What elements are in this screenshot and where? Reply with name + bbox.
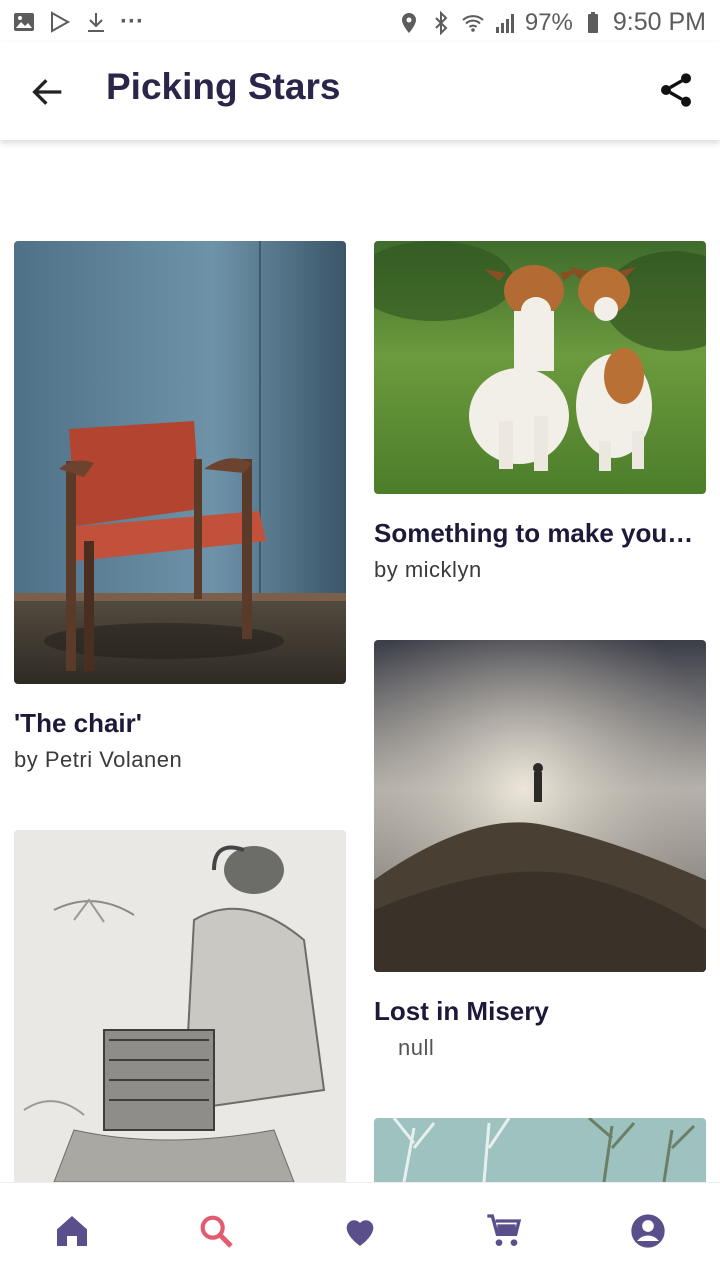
play-store-notification-icon — [51, 11, 71, 33]
download-notification-icon — [88, 13, 104, 32]
more-notifications: ··· — [120, 8, 144, 35]
artwork-image-misty-hill[interactable] — [374, 640, 706, 972]
account-icon[interactable] — [628, 1211, 668, 1251]
artwork-card-accordion-sketch[interactable] — [14, 830, 346, 1182]
page-title: Picking Stars — [106, 66, 341, 107]
search-icon[interactable] — [196, 1211, 236, 1251]
artwork-image-trees[interactable] — [374, 1118, 706, 1182]
artwork-title: Something to make you… — [374, 518, 694, 548]
battery-percent: 97% — [524, 8, 573, 36]
artwork-title: 'The chair' — [14, 708, 142, 738]
location-icon — [401, 12, 416, 33]
artwork-author: null — [398, 1035, 435, 1060]
artwork-card-lost-in-misery[interactable]: Lost in Misery null — [374, 640, 706, 1061]
app-bar: Picking Stars — [0, 42, 720, 140]
battery-icon — [587, 11, 598, 33]
artwork-card-the-chair[interactable]: 'The chair' by Petri Volanen — [14, 241, 346, 773]
back-arrow-icon[interactable] — [28, 72, 68, 112]
clock: 9:50 PM — [612, 8, 706, 36]
artwork-card-trees[interactable] — [374, 1118, 706, 1182]
artwork-image-dogs[interactable] — [374, 241, 706, 494]
artwork-title: Lost in Misery — [374, 996, 549, 1026]
artwork-image-chair[interactable] — [14, 241, 346, 684]
artwork-card-dogs[interactable]: Something to make you… by micklyn — [374, 241, 706, 583]
status-bar: ··· 97% 9:50 PM — [0, 0, 720, 42]
share-icon[interactable] — [656, 70, 696, 110]
wifi-icon — [462, 14, 484, 32]
gallery-notification-icon — [14, 13, 34, 31]
bluetooth-icon — [435, 10, 448, 35]
favorite-icon[interactable] — [340, 1211, 380, 1251]
signal-icon — [495, 13, 514, 33]
artwork-image-accordion-sketch[interactable] — [14, 830, 346, 1182]
artwork-author: by Petri Volanen — [14, 747, 183, 772]
bottom-navigation — [0, 1182, 720, 1281]
cart-icon[interactable] — [484, 1211, 524, 1251]
home-icon[interactable] — [52, 1211, 92, 1251]
artwork-author: by micklyn — [374, 557, 482, 582]
